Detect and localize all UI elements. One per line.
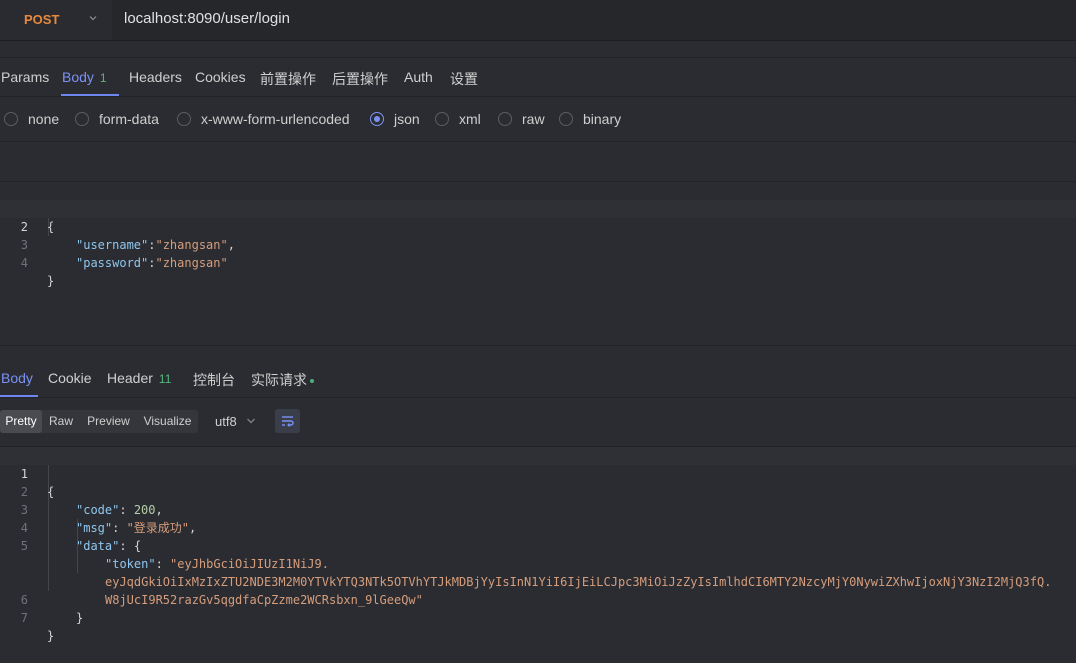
url-bar: POST localhost:8090/user/login	[0, 0, 1076, 41]
url-input[interactable]: localhost:8090/user/login	[124, 10, 290, 27]
code-line: 3 "msg": "登录成功",	[0, 483, 1076, 535]
tab-label: 实际请求	[251, 372, 307, 388]
code-text: }	[76, 611, 84, 625]
radio-x-www-form-urlencoded[interactable]: x-www-form-urlencoded	[177, 110, 350, 128]
pane-divider[interactable]	[0, 345, 1076, 359]
word-wrap-button[interactable]	[275, 409, 300, 433]
tab-console[interactable]: 控制台	[193, 370, 235, 390]
tab-response-cookie[interactable]: Cookie	[48, 370, 92, 386]
spacer	[0, 41, 1076, 58]
radio-circle	[435, 112, 449, 126]
tab-label: Params	[1, 69, 50, 85]
response-view-toolbar: Pretty Raw Preview Visualize utf8	[0, 398, 1076, 447]
active-tab-indicator	[61, 94, 119, 96]
radio-circle	[4, 112, 18, 126]
code-text: "password":"zhangsan"	[76, 254, 228, 272]
code-line: 1 {	[0, 182, 1076, 234]
tab-pre-operations[interactable]: 前置操作	[260, 69, 316, 89]
response-tabs: Body Cookie Header 11 控制台 实际请求	[0, 359, 1076, 398]
tab-cookies[interactable]: Cookies	[195, 69, 246, 85]
tab-label: Auth	[404, 69, 433, 85]
tab-count-badge: 11	[158, 372, 172, 386]
tab-label: Body	[62, 69, 94, 85]
tab-label: 设置	[450, 71, 478, 87]
encoding-select[interactable]: utf8	[215, 414, 237, 429]
method-label: POST	[24, 12, 60, 27]
method-selector[interactable]: POST	[0, 0, 112, 40]
view-mode-pretty[interactable]: Pretty	[0, 410, 42, 433]
radio-circle	[559, 112, 573, 126]
json-key: "password"	[76, 256, 149, 270]
radio-label: binary	[583, 111, 622, 127]
radio-circle	[75, 112, 89, 126]
code-line: 7 }	[0, 591, 1076, 643]
tab-response-body[interactable]: Body	[1, 370, 33, 386]
radio-xml[interactable]: xml	[435, 110, 481, 128]
body-type-selector: none form-data x-www-form-urlencoded jso…	[0, 97, 1076, 142]
active-tab-indicator	[0, 395, 38, 397]
tab-post-operations[interactable]: 后置操作	[332, 69, 388, 89]
tab-label: Cookie	[48, 370, 92, 386]
tab-settings[interactable]: 设置	[450, 69, 478, 89]
radio-raw[interactable]: raw	[498, 110, 545, 128]
status-dot-icon	[310, 379, 314, 384]
line-number: 4	[20, 256, 28, 270]
spacer	[0, 142, 1076, 182]
tab-label: Body	[1, 370, 33, 386]
response-body-viewer[interactable]: 1 { 2 "code": 200, 3 "msg": "登录成功", 4 "d…	[0, 447, 1076, 643]
code-line-current: 2 "username":"zhangsan",	[0, 200, 1076, 252]
radio-circle	[498, 112, 512, 126]
line-number: 7	[20, 611, 28, 625]
view-mode-preview[interactable]: Preview	[80, 410, 137, 433]
radio-form-data[interactable]: form-data	[75, 110, 159, 128]
tab-label: 后置操作	[332, 71, 388, 87]
radio-label: raw	[522, 111, 545, 127]
radio-label: xml	[459, 111, 481, 127]
code-line: 4 }	[0, 236, 1076, 288]
code-line: 3 "password":"zhangsan"	[0, 218, 1076, 270]
code-line: 4 "data": {	[0, 501, 1076, 553]
tab-label: 控制台	[193, 372, 235, 388]
code-line: 5 "token": "eyJhbGciOiJIUzI1NiJ9.	[0, 519, 1076, 571]
tab-auth[interactable]: Auth	[404, 69, 433, 85]
tab-body[interactable]: Body 1	[62, 69, 107, 85]
tab-label: Headers	[129, 69, 182, 85]
tab-actual-request[interactable]: 实际请求	[251, 370, 314, 390]
view-mode-segmented-control: Pretty Raw Preview Visualize	[0, 410, 198, 433]
tab-response-header[interactable]: Header 11	[107, 370, 171, 386]
radio-label: x-www-form-urlencoded	[201, 111, 350, 127]
tab-params[interactable]: Params	[1, 69, 49, 85]
code-line-current: 1 {	[0, 447, 1076, 499]
tab-label: Header	[107, 370, 153, 386]
radio-binary[interactable]: binary	[559, 110, 621, 128]
chevron-down-icon	[89, 16, 97, 21]
request-tabs: Params Body 1 Headers Cookies 前置操作 后置操作 A…	[0, 58, 1076, 97]
view-mode-visualize[interactable]: Visualize	[137, 410, 198, 433]
json-string: "zhangsan"	[155, 256, 228, 270]
radio-label: form-data	[99, 111, 159, 127]
code-line: 6 }	[0, 573, 1076, 625]
radio-none[interactable]: none	[4, 110, 59, 128]
tab-count-badge: 1	[99, 71, 107, 85]
view-mode-raw[interactable]: Raw	[42, 410, 80, 433]
radio-label: json	[394, 111, 420, 127]
code-line-wrapped: eyJqdGkiOiIxMzIxZTU2NDE3M2M0YTVkYTQ3NTk5…	[0, 537, 1076, 589]
tab-headers[interactable]: Headers	[129, 69, 182, 85]
tab-label: 前置操作	[260, 71, 316, 87]
code-text: }	[47, 629, 55, 643]
word-wrap-icon	[282, 416, 294, 427]
request-body-editor[interactable]: 1 { 2 "username":"zhangsan", 3 "password…	[0, 182, 1076, 344]
code-text: }	[47, 274, 55, 288]
tab-label: Cookies	[195, 69, 246, 85]
code-line-wrapped: W8jUcI9R52razGv5qgdfaCpZzme2WCRsbxn_9lGe…	[0, 555, 1076, 607]
code-line: 2 "code": 200,	[0, 465, 1076, 517]
chevron-down-icon	[247, 418, 255, 424]
radio-json[interactable]: json	[370, 110, 420, 128]
radio-label: none	[28, 111, 60, 127]
radio-circle	[370, 112, 384, 126]
radio-circle	[177, 112, 191, 126]
